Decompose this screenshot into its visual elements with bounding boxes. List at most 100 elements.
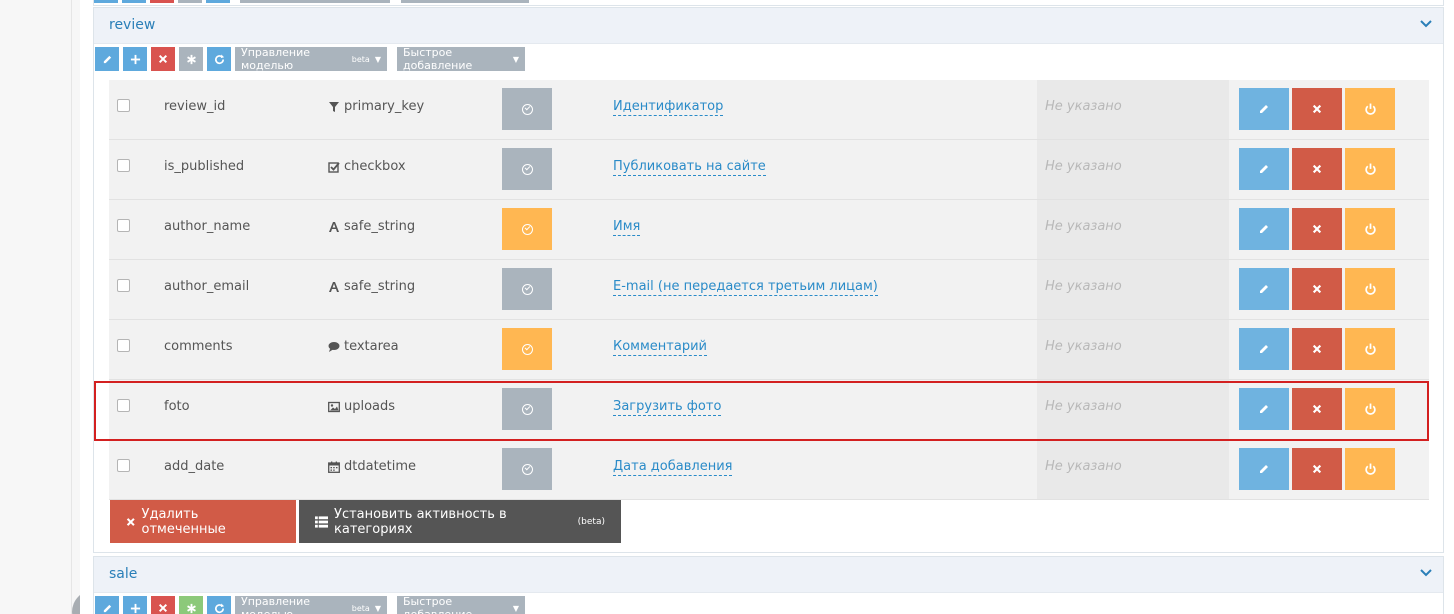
left-sidebar bbox=[0, 0, 116, 614]
field-label-link[interactable]: Публиковать на сайте bbox=[613, 159, 766, 176]
edit-model-button[interactable] bbox=[95, 47, 119, 71]
power-toggle-button[interactable] bbox=[1345, 208, 1395, 250]
pencil-icon bbox=[1260, 465, 1268, 473]
edit-field-button[interactable] bbox=[1239, 328, 1289, 370]
previous-panel-edge bbox=[93, 0, 1444, 6]
field-type: primary_key bbox=[328, 99, 424, 114]
field-name: author_name bbox=[164, 219, 251, 234]
quick-add-dropdown[interactable]: Быстрое добавление ▼ bbox=[397, 595, 525, 614]
close-icon bbox=[126, 517, 135, 526]
field-default-value: Не указано bbox=[1045, 279, 1122, 294]
active-toggle-button[interactable] bbox=[502, 388, 552, 430]
power-toggle-button[interactable] bbox=[1345, 88, 1395, 130]
active-toggle-button[interactable] bbox=[502, 88, 552, 130]
prev-toolbar-edit-button[interactable] bbox=[94, 0, 118, 3]
power-toggle-button[interactable] bbox=[1345, 388, 1395, 430]
model-management-dropdown[interactable]: Управление моделью beta ▼ bbox=[235, 595, 387, 614]
prev-toolbar-star-button[interactable] bbox=[178, 0, 202, 3]
edit-field-button[interactable] bbox=[1239, 268, 1289, 310]
asterisk-icon bbox=[186, 603, 196, 613]
chevron-down-icon[interactable] bbox=[1417, 563, 1435, 581]
star-button[interactable] bbox=[179, 47, 203, 71]
power-icon bbox=[1364, 343, 1376, 355]
field-label-link[interactable]: E-mail (не передается третьим лицам) bbox=[613, 279, 878, 296]
power-icon bbox=[1364, 163, 1376, 175]
pencil-icon bbox=[1260, 225, 1268, 233]
active-toggle-button[interactable] bbox=[502, 148, 552, 190]
chevron-down-icon[interactable] bbox=[1417, 14, 1435, 32]
field-type: safe_string bbox=[328, 279, 415, 294]
star-button[interactable] bbox=[179, 596, 203, 614]
close-icon bbox=[1312, 404, 1322, 414]
power-icon bbox=[1364, 283, 1376, 295]
field-label-link[interactable]: Комментарий bbox=[613, 339, 707, 356]
power-icon bbox=[1364, 403, 1376, 415]
active-toggle-button[interactable] bbox=[502, 268, 552, 310]
delete-field-button[interactable] bbox=[1292, 88, 1342, 130]
field-default-cell: Не указано bbox=[1037, 80, 1229, 139]
edit-field-button[interactable] bbox=[1239, 388, 1289, 430]
refresh-button[interactable] bbox=[207, 47, 231, 71]
field-label-link[interactable]: Загрузить фото bbox=[613, 399, 722, 416]
edit-field-button[interactable] bbox=[1239, 88, 1289, 130]
check-circle-icon bbox=[521, 343, 533, 355]
add-field-button[interactable] bbox=[123, 47, 147, 71]
caret-down-icon: ▼ bbox=[512, 603, 519, 613]
main-content: review Управление моделью beta ▼ Быстрое… bbox=[80, 0, 1454, 614]
panel-header[interactable]: review bbox=[94, 8, 1443, 44]
field-default-value: Не указано bbox=[1045, 399, 1122, 414]
row-select-checkbox[interactable] bbox=[117, 339, 130, 352]
field-type: dtdatetime bbox=[328, 459, 416, 474]
model-management-dropdown[interactable]: Управление моделью beta ▼ bbox=[235, 46, 387, 72]
close-icon bbox=[1312, 104, 1322, 114]
font-icon bbox=[329, 221, 339, 232]
prev-toolbar-delete-button[interactable] bbox=[150, 0, 174, 3]
active-toggle-button[interactable] bbox=[502, 208, 552, 250]
active-toggle-button[interactable] bbox=[502, 448, 552, 490]
delete-field-button[interactable] bbox=[1292, 148, 1342, 190]
delete-field-button[interactable] bbox=[1292, 268, 1342, 310]
row-select-checkbox[interactable] bbox=[117, 459, 130, 472]
close-icon bbox=[1312, 164, 1322, 174]
add-field-button[interactable] bbox=[123, 596, 147, 614]
field-default-value: Не указано bbox=[1045, 459, 1122, 474]
panel-header[interactable]: sale bbox=[94, 557, 1443, 593]
set-category-activity-button[interactable]: Установить активность в категориях (beta… bbox=[299, 500, 621, 543]
field-label-link[interactable]: Дата добавления bbox=[613, 459, 733, 476]
row-select-checkbox[interactable] bbox=[117, 99, 130, 112]
prev-toolbar-refresh-button[interactable] bbox=[206, 0, 230, 3]
edit-model-button[interactable] bbox=[95, 596, 119, 614]
delete-field-button[interactable] bbox=[1292, 328, 1342, 370]
power-toggle-button[interactable] bbox=[1345, 268, 1395, 310]
edit-field-button[interactable] bbox=[1239, 208, 1289, 250]
field-type: checkbox bbox=[328, 159, 406, 174]
prev-toolbar-model-menu[interactable] bbox=[240, 0, 390, 3]
delete-field-button[interactable] bbox=[1292, 208, 1342, 250]
field-default-value: Не указано bbox=[1045, 339, 1122, 354]
row-select-checkbox[interactable] bbox=[117, 399, 130, 412]
pencil-icon bbox=[1260, 285, 1268, 293]
quick-add-dropdown[interactable]: Быстрое добавление ▼ bbox=[397, 46, 525, 72]
active-toggle-button[interactable] bbox=[502, 328, 552, 370]
edit-field-button[interactable] bbox=[1239, 148, 1289, 190]
power-toggle-button[interactable] bbox=[1345, 148, 1395, 190]
row-select-checkbox[interactable] bbox=[117, 219, 130, 232]
delete-selected-button[interactable]: Удалить отмеченные bbox=[110, 500, 296, 543]
field-default-value: Не указано bbox=[1045, 99, 1122, 114]
delete-field-button[interactable] bbox=[1292, 448, 1342, 490]
checkbox-icon bbox=[328, 161, 340, 173]
row-select-checkbox[interactable] bbox=[117, 159, 130, 172]
delete-model-button[interactable] bbox=[151, 596, 175, 614]
power-toggle-button[interactable] bbox=[1345, 448, 1395, 490]
field-label-link[interactable]: Идентификатор bbox=[613, 99, 724, 116]
prev-toolbar-quick-add[interactable] bbox=[401, 0, 529, 3]
delete-model-button[interactable] bbox=[151, 47, 175, 71]
refresh-button[interactable] bbox=[207, 596, 231, 614]
row-select-checkbox[interactable] bbox=[117, 279, 130, 292]
power-toggle-button[interactable] bbox=[1345, 328, 1395, 370]
delete-field-button[interactable] bbox=[1292, 388, 1342, 430]
prev-toolbar-add-button[interactable] bbox=[122, 0, 146, 3]
edit-field-button[interactable] bbox=[1239, 448, 1289, 490]
field-label-link[interactable]: Имя bbox=[613, 219, 641, 236]
field-default-cell: Не указано bbox=[1037, 440, 1229, 499]
